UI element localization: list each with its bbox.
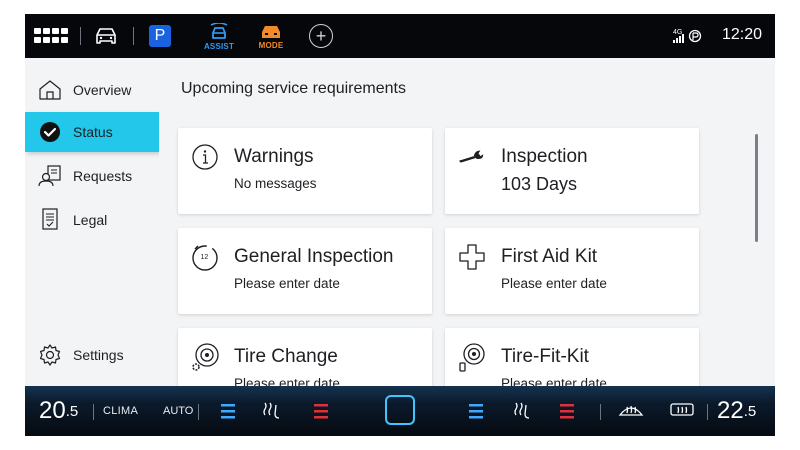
sidebar-item-label: Settings [73, 347, 124, 363]
service-card-inspection[interactable]: Inspection 103 Days [445, 128, 699, 214]
sidebar-item-label: Overview [73, 82, 132, 98]
front-defrost-icon [618, 405, 644, 416]
auto-button[interactable]: AUTO [163, 405, 193, 417]
card-subtitle: 103 Days [501, 174, 578, 194]
climate-divider [198, 404, 199, 420]
assist-button[interactable]: ASSIST [199, 20, 239, 54]
add-shortcut-button[interactable]: + [309, 24, 333, 48]
mode-label: MODE [258, 41, 284, 50]
seat-ventilation-right-button[interactable] [510, 399, 530, 421]
front-defrost-button[interactable] [618, 401, 644, 419]
temperature-decimal: .5 [743, 402, 757, 420]
scrollbar[interactable] [755, 134, 758, 242]
parking-button[interactable]: P [149, 25, 171, 47]
seat-heating-right-button[interactable] [560, 402, 574, 420]
seat-heating-icon [560, 404, 574, 419]
content-area: Upcoming service requirements Warnings N… [159, 58, 775, 386]
svg-text:12: 12 [201, 254, 209, 261]
temperature-decimal: .5 [65, 402, 79, 420]
sidebar-item-overview[interactable]: Overview [25, 70, 159, 110]
clock-12-icon: 12 [190, 242, 220, 272]
card-title: Inspection [501, 146, 588, 167]
card-title: Warnings [234, 146, 314, 167]
plus-icon: + [315, 26, 327, 46]
apps-grid-icon [34, 28, 68, 43]
infotainment-screen: P ASSIST MODE + 4G 12:20 Overview Status… [25, 14, 775, 436]
gear-icon [37, 342, 63, 368]
seat-ventilation-left-button[interactable] [262, 399, 282, 421]
check-circle-icon [37, 119, 63, 145]
wrench-icon [457, 142, 487, 172]
temperature-whole: 20 [39, 397, 66, 424]
sidebar: Overview Status Requests Legal Settings [25, 58, 159, 386]
service-card-first-aid-kit[interactable]: First Aid Kit Please enter date [445, 228, 699, 314]
home-button[interactable] [385, 395, 415, 425]
rear-defrost-button[interactable] [669, 401, 695, 419]
sidebar-item-label: Status [73, 124, 113, 140]
sidebar-item-settings[interactable]: Settings [25, 335, 159, 375]
driver-temperature[interactable]: 20.5 [39, 397, 78, 425]
clima-button[interactable]: CLIMA [103, 405, 138, 417]
driver-assist-icon [210, 23, 228, 39]
sidebar-item-label: Legal [73, 212, 108, 228]
person-document-icon [37, 163, 63, 189]
card-subtitle: Please enter date [501, 276, 607, 291]
card-title: First Aid Kit [501, 246, 598, 267]
signal-strength-icon: 4G [673, 29, 702, 43]
page-title: Upcoming service requirements [181, 80, 406, 97]
tire-gear-icon [190, 342, 220, 372]
house-icon [37, 77, 63, 103]
climate-divider [93, 404, 94, 420]
rear-defrost-icon [670, 403, 694, 416]
seat-cooling-right-button[interactable] [469, 402, 483, 420]
service-card-tire-change[interactable]: Tire Change Please enter date [178, 328, 432, 386]
drive-mode-icon [262, 26, 280, 38]
parking-label: P [154, 27, 166, 44]
card-title: Tire Change [234, 346, 338, 367]
seat-ventilation-icon [263, 402, 280, 419]
card-subtitle: Please enter date [234, 276, 340, 291]
main-panel: Overview Status Requests Legal Settings … [25, 58, 775, 386]
card-subtitle: No messages [234, 176, 317, 191]
info-icon [190, 142, 220, 172]
climate-bar: 20.5 CLIMA AUTO 22 .5 [25, 386, 775, 436]
sidebar-item-label: Requests [73, 168, 133, 184]
sidebar-item-legal[interactable]: Legal [25, 200, 159, 240]
sidebar-item-requests[interactable]: Requests [25, 156, 159, 196]
network-type-label: 4G [673, 29, 682, 36]
seat-ventilation-icon [514, 402, 530, 419]
climate-divider [707, 404, 708, 420]
temperature-whole: 22 [717, 397, 744, 424]
service-card-general-inspection[interactable]: 12 General Inspection Please enter date [178, 228, 432, 314]
car-icon [96, 28, 116, 44]
service-card-warnings[interactable]: Warnings No messages [178, 128, 432, 214]
clock: 12:20 [722, 26, 763, 43]
top-status-bar: P ASSIST MODE + 4G 12:20 [25, 14, 775, 58]
card-title: Tire-Fit-Kit [501, 346, 589, 367]
passenger-temperature[interactable]: 22.5 [717, 397, 756, 425]
assist-label: ASSIST [203, 42, 235, 51]
topbar-divider [80, 27, 81, 45]
sidebar-item-status[interactable]: Status [25, 112, 159, 152]
drive-mode-button[interactable]: MODE [255, 20, 287, 54]
network-status: 4G [673, 27, 707, 45]
document-icon [37, 207, 63, 233]
cross-icon [457, 242, 487, 272]
climate-divider [600, 404, 601, 420]
apps-grid-button[interactable] [34, 26, 70, 46]
vehicle-button[interactable] [91, 25, 121, 47]
card-subtitle: Please enter date [501, 376, 607, 386]
seat-cooling-icon [469, 404, 483, 419]
seat-heating-icon [314, 404, 328, 419]
tire-bottle-icon [457, 342, 487, 372]
seat-cooling-left-button[interactable] [221, 402, 235, 420]
card-subtitle: Please enter date [234, 376, 340, 386]
service-card-tire-fit-kit[interactable]: Tire-Fit-Kit Please enter date [445, 328, 699, 386]
card-title: General Inspection [234, 246, 394, 267]
seat-cooling-icon [221, 404, 235, 419]
topbar-divider [133, 27, 134, 45]
seat-heating-left-button[interactable] [314, 402, 328, 420]
